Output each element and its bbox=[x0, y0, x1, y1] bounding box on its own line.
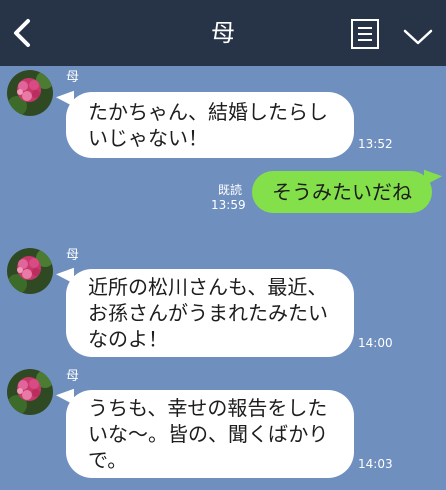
message-bubble[interactable]: 近所の松川さんも、最近、 お孫さんがうまれたみたい なのよ！ bbox=[66, 269, 354, 357]
message-time: 14:00 bbox=[358, 336, 393, 350]
chevron-down-icon[interactable] bbox=[402, 27, 434, 47]
sender-name: 母 bbox=[66, 70, 80, 85]
message-text: そうみたいだね bbox=[272, 180, 412, 204]
note-list-icon[interactable] bbox=[350, 18, 380, 50]
hydrangea-avatar-icon bbox=[7, 369, 53, 415]
sender-name: 母 bbox=[66, 248, 80, 263]
message-bubble[interactable]: たかちゃん、結婚したらし いじゃない！ bbox=[66, 92, 354, 158]
sender-avatar[interactable] bbox=[7, 369, 53, 415]
message-text: たかちゃん、結婚したらし いじゃない！ bbox=[88, 100, 328, 150]
message-bubble-outgoing[interactable]: そうみたいだね bbox=[252, 171, 432, 213]
read-receipt: 既読 bbox=[217, 183, 242, 197]
sender-avatar[interactable] bbox=[7, 248, 53, 294]
message-time: 14:03 bbox=[358, 457, 393, 471]
hydrangea-avatar-icon bbox=[7, 248, 53, 294]
message-text: 近所の松川さんも、最近、 お孫さんがうまれたみたい なのよ！ bbox=[88, 275, 328, 351]
message-text: うちも、幸せの報告をした いな〜。皆の、聞くばかり で。 bbox=[88, 396, 329, 472]
message-bubble[interactable]: うちも、幸せの報告をした いな〜。皆の、聞くばかり で。 bbox=[66, 390, 354, 478]
chat-header: 母 bbox=[0, 0, 446, 66]
message-time: 13:59 bbox=[211, 198, 246, 212]
hydrangea-avatar-icon bbox=[7, 70, 53, 116]
sender-name: 母 bbox=[66, 369, 80, 384]
sender-avatar[interactable] bbox=[7, 70, 53, 116]
message-time: 13:52 bbox=[358, 137, 393, 151]
